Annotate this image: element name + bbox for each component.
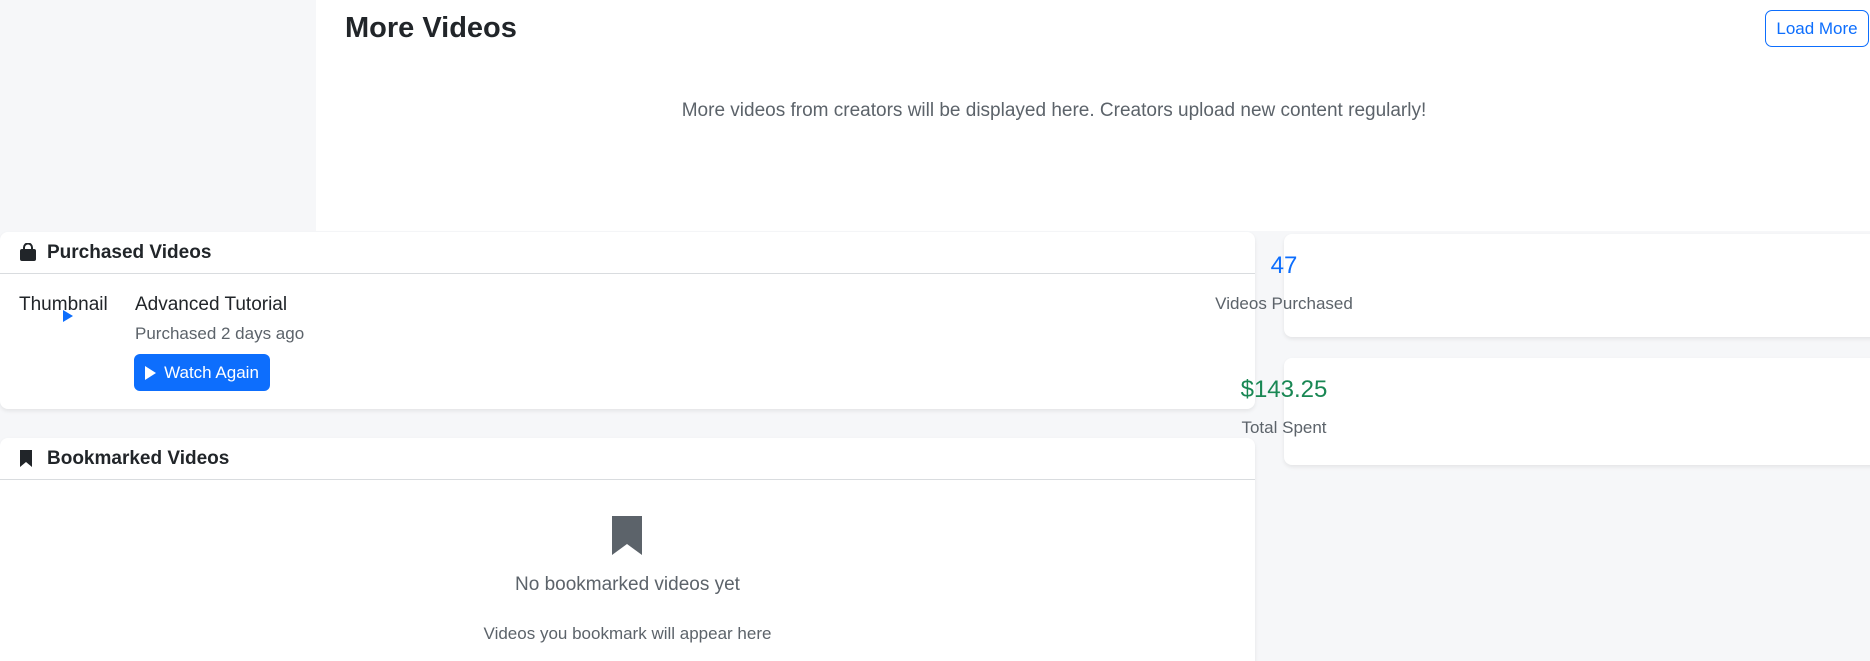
video-title: Advanced Tutorial [135, 294, 288, 315]
video-purchase-date: Purchased 2 days ago [135, 324, 305, 343]
page: More Videos Load More More videos from c… [0, 0, 1870, 661]
bookmark-icon [612, 516, 642, 555]
stat-value: 47 [1270, 252, 1298, 279]
purchased-videos-title: Purchased Videos [47, 241, 212, 263]
watch-again-button[interactable]: Watch Again [134, 354, 270, 391]
play-icon [63, 310, 73, 322]
empty-state-subtitle: Videos you bookmark will appear here [483, 624, 772, 643]
play-icon [145, 365, 157, 380]
load-more-button[interactable]: Load More [1765, 10, 1869, 47]
empty-state-title: No bookmarked videos yet [515, 574, 740, 595]
stat-value: $143.25 [1240, 376, 1328, 403]
more-videos-description: More videos from creators will be displa… [681, 100, 1427, 121]
bookmarks-empty-state: No bookmarked videos yet Videos you book… [0, 480, 1255, 661]
video-thumbnail[interactable]: Thumbnail [19, 290, 114, 350]
more-videos-title: More Videos [345, 12, 517, 44]
stat-label: Total Spent [1241, 418, 1327, 437]
stat-label: Videos Purchased [1215, 294, 1353, 313]
shopping-bag-icon [19, 243, 37, 262]
bookmarked-videos-title: Bookmarked Videos [47, 447, 230, 469]
bookmarked-videos-header: Bookmarked Videos [0, 438, 1255, 480]
more-videos-panel: More Videos Load More More videos from c… [316, 0, 1870, 231]
bookmark-icon [19, 449, 37, 468]
watch-again-label: Watch Again [164, 362, 259, 382]
stat-card-total-spent: $143.25 Total Spent [1241, 358, 1870, 465]
bookmarked-videos-card: Bookmarked Videos No bookmarked videos y… [0, 438, 1255, 661]
stat-card-videos-purchased: 47 Videos Purchased [1215, 234, 1870, 337]
